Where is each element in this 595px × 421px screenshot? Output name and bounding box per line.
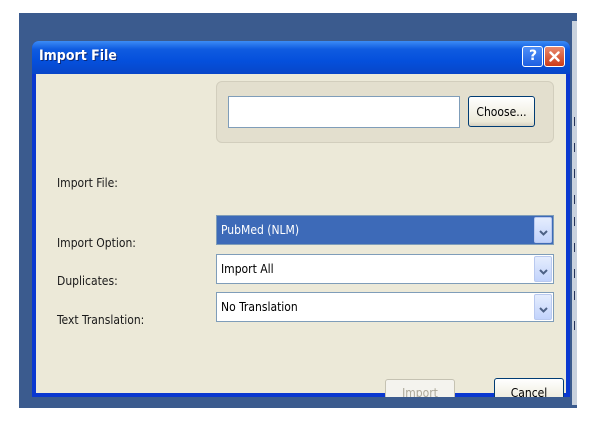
background-window-edge <box>572 21 577 405</box>
chevron-down-icon <box>538 221 548 240</box>
import-option-label: Import Option: <box>57 236 136 250</box>
import-file-input[interactable] <box>228 96 460 128</box>
close-icon <box>549 47 560 66</box>
text-translation-value: No Translation <box>221 300 298 314</box>
help-button[interactable]: ? <box>522 46 543 67</box>
close-button[interactable] <box>544 46 565 67</box>
import-button[interactable]: Import <box>385 379 455 397</box>
screenshot-frame: Import File ? Import File: Choose... Imp… <box>19 13 577 408</box>
duplicates-dropdown-button[interactable] <box>534 256 552 282</box>
window-title: Import File <box>39 48 117 64</box>
svg-text:?: ? <box>528 48 536 62</box>
import-option-dropdown-button[interactable] <box>534 217 552 243</box>
chevron-down-icon <box>538 260 548 279</box>
chevron-down-icon <box>538 298 548 317</box>
dialog-body: Import File: Choose... Import Option: Pu… <box>36 74 566 397</box>
help-icon: ? <box>527 47 539 66</box>
title-bar[interactable]: Import File ? <box>32 41 570 74</box>
choose-button[interactable]: Choose... <box>468 96 535 127</box>
import-file-label: Import File: <box>57 176 118 190</box>
duplicates-select[interactable]: Import All <box>216 254 554 284</box>
duplicates-label: Duplicates: <box>57 274 118 288</box>
import-option-select[interactable]: PubMed (NLM) <box>216 215 554 245</box>
text-translation-select[interactable]: No Translation <box>216 292 554 322</box>
import-option-value: PubMed (NLM) <box>221 223 300 237</box>
cancel-button[interactable]: Cancel <box>494 378 564 397</box>
import-file-dialog: Import File ? Import File: Choose... Imp… <box>32 41 570 397</box>
duplicates-value: Import All <box>221 262 274 276</box>
text-translation-label: Text Translation: <box>57 313 145 327</box>
text-translation-dropdown-button[interactable] <box>534 294 552 320</box>
